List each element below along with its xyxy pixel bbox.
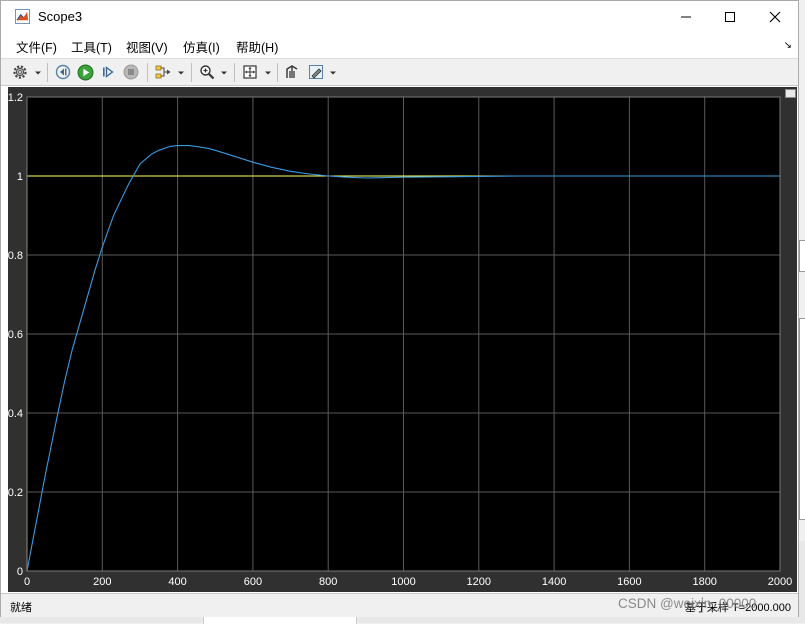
menu-bar: 文件(F) 工具(T) 视图(V) 仿真(I) 帮助(H) ↘ (1, 32, 798, 58)
scope-window: Scope3 文件(F) 工具(T) 视图(V) 仿真(I) 帮助(H) ↘ 0… (0, 0, 799, 617)
x-tick-label: 1800 (692, 576, 716, 588)
autoscale-icon (243, 65, 257, 79)
style-icon (309, 65, 323, 79)
menu-file[interactable]: 文件(F) (16, 37, 57, 56)
gear-button[interactable] (10, 62, 30, 82)
maximize-icon (725, 11, 735, 22)
title-bar[interactable]: Scope3 (1, 1, 798, 32)
run-icon (77, 64, 93, 80)
menu-view[interactable]: 视图(V) (126, 37, 168, 56)
highlight-icon (286, 65, 298, 78)
background-panel-edge-lower (799, 318, 805, 520)
step-forward-icon (103, 66, 114, 78)
collapse-icon[interactable] (785, 89, 796, 98)
y-tick-label: 1.2 (8, 92, 23, 104)
run-button[interactable] (75, 62, 95, 82)
menu-simulation[interactable]: 仿真(I) (183, 37, 220, 56)
x-tick-label: 600 (244, 576, 262, 588)
chevron-down-icon[interactable] (35, 70, 41, 76)
chevron-down-icon[interactable] (265, 70, 271, 76)
highlight-button[interactable] (282, 62, 302, 82)
zoom-icon (200, 65, 215, 80)
x-tick-label: 2000 (768, 576, 792, 588)
toolbar (1, 58, 798, 86)
y-tick-label: 0.4 (8, 408, 23, 420)
y-tick-label: 0.2 (8, 487, 23, 499)
y-tick-label: 1 (17, 171, 23, 183)
gear-icon (13, 65, 27, 79)
window-title: Scope3 (38, 9, 83, 24)
minimize-button[interactable] (663, 1, 709, 32)
x-tick-label: 400 (168, 576, 186, 588)
signal-selector-icon (155, 65, 170, 79)
x-tick-label: 200 (93, 576, 111, 588)
toolbar-separator (191, 63, 192, 82)
y-tick-label: 0 (17, 566, 23, 578)
x-tick-label: 800 (319, 576, 337, 588)
signal-selector-button[interactable] (153, 62, 173, 82)
scope-plot[interactable]: 0 200 400 600 800 1000 1200 1400 1600 1800 2000 0 0.… (8, 87, 797, 592)
toolbar-separator (277, 63, 278, 82)
matlab-icon (15, 9, 30, 24)
menu-tools[interactable]: 工具(T) (71, 37, 112, 56)
close-icon (769, 11, 781, 22)
x-tick-label: 1200 (467, 576, 491, 588)
x-tick-label: 1400 (542, 576, 566, 588)
background-panel-edge (799, 240, 805, 272)
toolbar-separator (234, 63, 235, 82)
stop-button[interactable] (121, 62, 141, 82)
y-tick-label: 0.8 (8, 250, 23, 262)
y-tick-label: 0.6 (8, 329, 23, 341)
x-tick-label: 0 (24, 576, 30, 588)
step-back-icon (55, 64, 71, 80)
chevron-down-icon[interactable] (178, 70, 184, 76)
step-back-button[interactable] (53, 62, 73, 82)
stop-icon (123, 64, 139, 80)
zoom-button[interactable] (197, 62, 217, 82)
minimize-icon (681, 16, 691, 17)
toolbar-separator (147, 63, 148, 82)
status-ready: 就绪 (10, 602, 32, 614)
menu-help[interactable]: 帮助(H) (236, 37, 278, 56)
close-button[interactable] (752, 1, 798, 32)
scope-plot-area[interactable]: 0 200 400 600 800 1000 1200 1400 1600 1800 2000 0 0.… (8, 87, 797, 592)
step-forward-button[interactable] (98, 62, 118, 82)
x-tick-label: 1600 (617, 576, 641, 588)
style-button[interactable] (306, 62, 326, 82)
autoscale-button[interactable] (240, 62, 260, 82)
x-tick-label: 1000 (391, 576, 415, 588)
toolbar-separator (47, 63, 48, 82)
chevron-down-icon[interactable] (221, 70, 227, 76)
maximize-button[interactable] (707, 1, 753, 32)
dock-arrow-icon[interactable]: ↘ (784, 40, 792, 51)
chevron-down-icon[interactable] (330, 70, 336, 76)
watermark: CSDN @weixin_00000 (618, 596, 757, 611)
